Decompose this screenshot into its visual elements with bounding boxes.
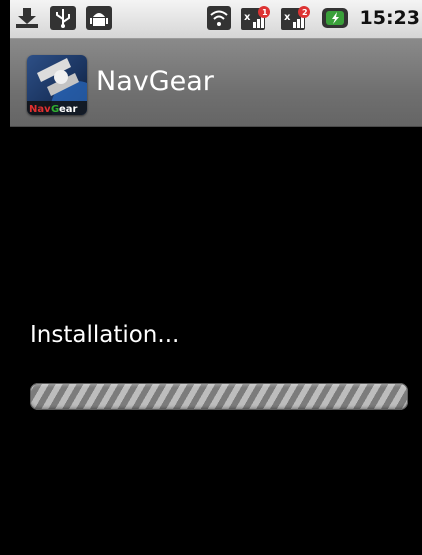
svg-text:1: 1	[262, 8, 268, 17]
screen: x 1 x 2 15:23 Nav G ear NavGear Installa…	[10, 0, 422, 555]
svg-text:x: x	[284, 12, 291, 23]
battery-icon	[322, 6, 348, 30]
app-title: NavGear	[96, 66, 214, 97]
app-title-bar: Nav G ear NavGear	[10, 39, 422, 127]
usb-icon	[50, 6, 76, 30]
navgear-app-icon: Nav G ear	[27, 55, 87, 115]
download-icon	[14, 6, 40, 30]
installation-progress-bar	[30, 383, 408, 410]
svg-text:x: x	[244, 12, 251, 23]
svg-text:Nav: Nav	[29, 104, 51, 115]
clock: 15:23	[359, 7, 420, 29]
android-debug-icon	[86, 6, 112, 30]
svg-text:G: G	[51, 104, 59, 115]
svg-text:2: 2	[302, 8, 308, 17]
status-bar: x 1 x 2 15:23	[10, 0, 422, 39]
installation-status-text: Installation...	[30, 322, 180, 348]
signal-2-icon: x 2	[281, 6, 311, 30]
signal-1-icon: x 1	[241, 6, 271, 30]
wifi-icon	[207, 6, 231, 30]
svg-text:ear: ear	[59, 104, 78, 115]
